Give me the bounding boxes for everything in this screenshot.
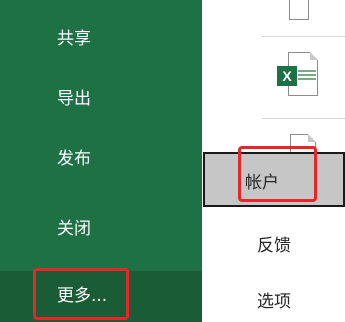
- document-icon: [289, 0, 309, 20]
- page-fold: [308, 134, 316, 142]
- nav-item-more[interactable]: 更多...: [0, 271, 202, 322]
- nav-item-label: 导出: [57, 89, 91, 109]
- nav-item-publish[interactable]: 发布: [0, 139, 202, 179]
- nav-item-label: 更多...: [57, 286, 108, 306]
- nav-item-share[interactable]: 共享: [0, 19, 202, 59]
- divider: [262, 118, 345, 119]
- backstage-nav: 共享 导出 发布 关闭 更多...: [0, 0, 202, 322]
- nav-item-close[interactable]: 关闭: [0, 209, 202, 249]
- nav-item-label: 发布: [57, 149, 91, 169]
- account-item[interactable]: 帐户: [203, 152, 345, 207]
- account-label: 帐户: [245, 173, 279, 193]
- nav-item-export[interactable]: 导出: [0, 79, 202, 119]
- feedback-item[interactable]: 反馈: [257, 231, 291, 256]
- divider: [262, 36, 345, 37]
- nav-item-label: 共享: [57, 29, 91, 49]
- excel-logo-icon: X: [277, 66, 297, 86]
- options-item[interactable]: 选项: [257, 287, 291, 312]
- page-fold: [310, 52, 318, 60]
- spreadsheet-grid-icon: [298, 70, 316, 84]
- nav-item-label: 关闭: [57, 219, 91, 239]
